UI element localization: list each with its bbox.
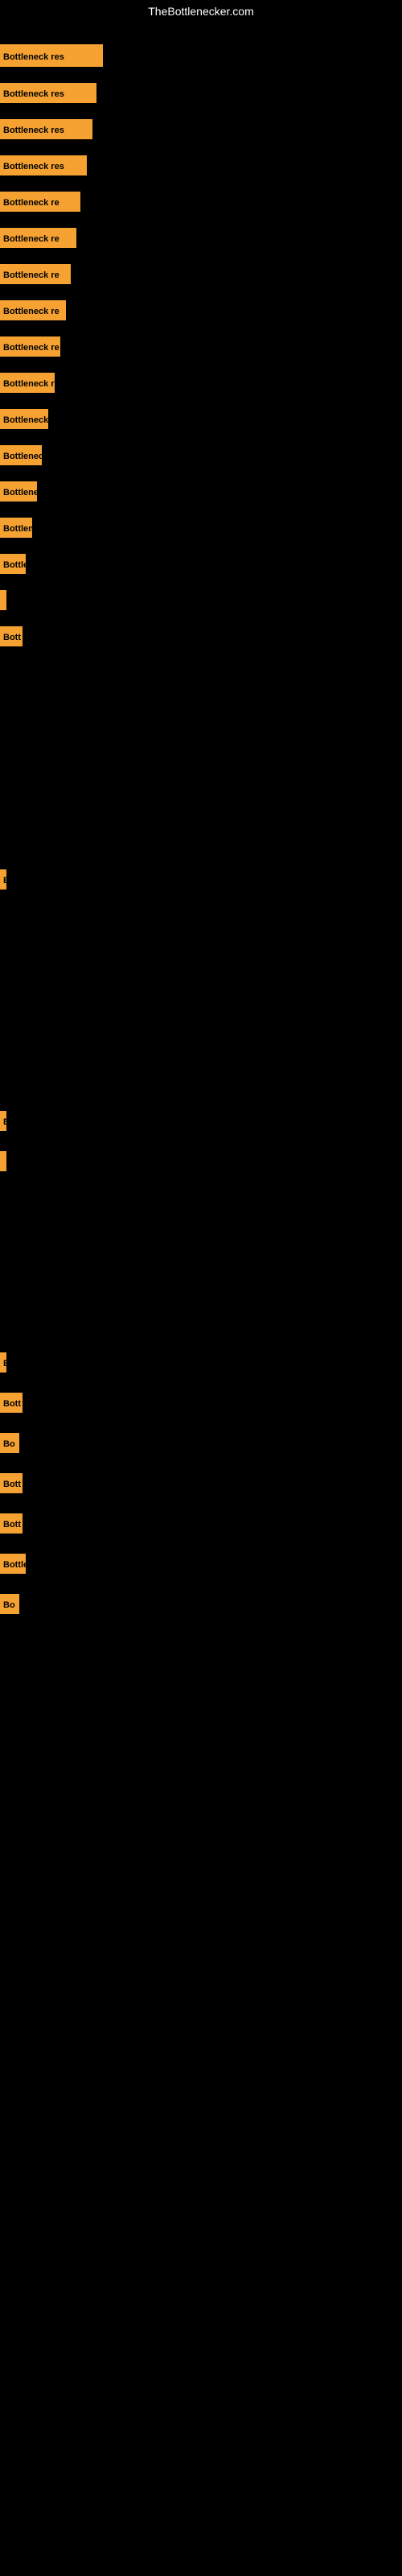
- bar-item-3: Bottleneck res: [0, 155, 87, 175]
- bar-item-13: Bottleneck: [0, 518, 32, 538]
- bar-item-7: Bottleneck re: [0, 300, 66, 320]
- bar-item-23: Bott: [0, 1473, 23, 1493]
- site-title: TheBottlenecker.com: [0, 0, 402, 23]
- bar-item-17: B: [0, 869, 6, 890]
- bar-item-24: Bott: [0, 1513, 23, 1534]
- bar-item-19: [0, 1151, 6, 1171]
- bar-item-14: Bottle: [0, 554, 26, 574]
- bar-item-6: Bottleneck re: [0, 264, 71, 284]
- bar-item-1: Bottleneck res: [0, 83, 96, 103]
- bar-item-2: Bottleneck res: [0, 119, 92, 139]
- bar-item-26: Bo: [0, 1594, 19, 1614]
- bar-item-9: Bottleneck re: [0, 373, 55, 393]
- bar-item-5: Bottleneck re: [0, 228, 76, 248]
- bar-item-11: Bottleneck: [0, 445, 42, 465]
- bar-item-15: [0, 590, 6, 610]
- bar-item-4: Bottleneck re: [0, 192, 80, 212]
- bar-item-16: Bott: [0, 626, 23, 646]
- bar-item-22: Bo: [0, 1433, 19, 1453]
- bar-item-8: Bottleneck re: [0, 336, 60, 357]
- bar-item-12: Bottleneck: [0, 481, 37, 502]
- bar-item-21: Bott: [0, 1393, 23, 1413]
- bar-item-20: B: [0, 1352, 6, 1373]
- bar-item-10: Bottleneck r: [0, 409, 48, 429]
- bar-item-25: Bottle: [0, 1554, 26, 1574]
- bar-item-0: Bottleneck res: [0, 44, 103, 67]
- bar-item-18: B: [0, 1111, 6, 1131]
